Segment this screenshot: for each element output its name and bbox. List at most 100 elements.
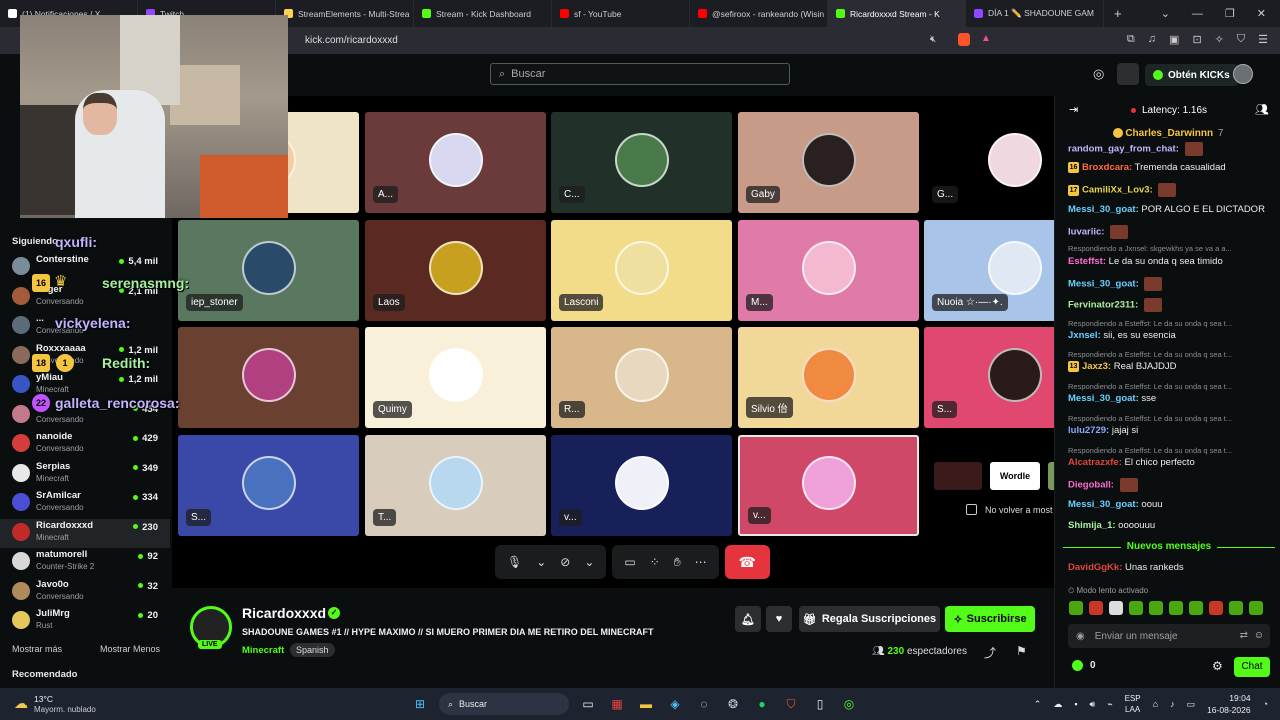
chat-username[interactable]: Messi_30_goat: [1068,204,1139,215]
send-chat-button[interactable]: Chat [1234,657,1270,677]
participant-tile[interactable]: R... [551,327,732,428]
chat-username[interactable]: Broxdcara: [1082,162,1132,173]
taskbar-search[interactable]: ⌕ Buscar [439,693,569,715]
rewards-icon[interactable]: ▲ [981,33,991,44]
browser-tab[interactable]: StreamElements - Multi-Strea [276,0,414,27]
chat-message[interactable]: Messi_30_goat: [1068,277,1276,291]
sidebar-channel[interactable]: matumorell Counter-Strike 2 92 [0,548,170,577]
url-field[interactable]: kick.com/ricardoxxxd [305,35,398,46]
chat-username[interactable]: lulu2729: [1068,425,1109,436]
notifications-button[interactable]: 🔔︎ [735,606,761,632]
reply-context[interactable]: Respondiendo a Esteffst: Le da su onda q… [1068,382,1278,391]
emote[interactable] [1169,601,1183,615]
chevron-up-icon[interactable]: ⌃ [1034,699,1042,710]
participant-tile[interactable]: iep_stoner [178,220,359,321]
notifications-icon[interactable]: ◔ [1263,699,1268,709]
emote[interactable] [1089,601,1103,615]
more-options-icon[interactable]: ⋯ [695,555,707,569]
chat-message[interactable]: Diegoball: [1068,478,1276,492]
chat-username[interactable]: Fervinator2311: [1068,300,1138,311]
participant-tile[interactable]: v... [551,435,732,536]
media-icon[interactable]: ♫ [1148,33,1156,46]
dashboard-icon[interactable] [1117,63,1139,85]
emote[interactable] [1229,601,1243,615]
chat-message[interactable]: Jxnsel: sii, es su esencia [1068,330,1276,342]
collapse-chat-icon[interactable]: ⇥ [1069,103,1078,116]
chat-message[interactable]: Fervinator2311: [1068,298,1276,312]
streamer-name[interactable]: Ricardoxxxd [242,605,326,621]
participant-tile[interactable]: Lasconi [551,220,732,321]
chat-message[interactable]: lulu2729: jajaj si [1068,425,1276,437]
chat-message[interactable]: DavidGgKk: Unas rankeds [1068,562,1276,574]
chat-username[interactable]: Alcatrazxfe: [1068,457,1122,468]
no-show-again-option[interactable]: No volver a most [966,504,1053,515]
participant-tile[interactable]: M... [738,220,919,321]
app-icon[interactable]: ◈ [665,694,685,714]
emote[interactable] [1209,601,1223,615]
chat-message[interactable]: Shimija_1: oooouuu [1068,520,1276,532]
chat-message[interactable]: 17 CamiliXx_Lov3: [1068,183,1276,197]
share-icon[interactable]: ⤴ [984,644,996,661]
network-icon[interactable]: ⌂ [1153,699,1158,709]
chat-username[interactable]: random_gay_from_chat: [1068,144,1179,155]
participant-tile[interactable]: v... [738,435,919,536]
reply-context[interactable]: Respondiendo a Esteffst: Le da su onda q… [1068,414,1278,423]
tray-icon[interactable]: ⌁ [1107,699,1112,710]
participant-tile[interactable]: Silvio 佁 [738,327,919,428]
chat-message[interactable]: random_gay_from_chat: [1068,142,1276,156]
chat-username[interactable]: Diegoball: [1068,480,1114,491]
show-more-link[interactable]: Mostrar más [12,644,62,654]
chevron-down-icon[interactable]: ⌄ [536,555,546,569]
spotify-icon[interactable]: ● [752,694,772,714]
share-screen-icon[interactable]: ▭ [624,555,635,569]
chat-message[interactable]: luvariic: [1068,225,1276,239]
clock[interactable]: 19:04 16-08-2026 [1207,692,1250,716]
chat-username[interactable]: Esteffst: [1068,256,1106,267]
chat-message[interactable]: Alcatrazxfe: El chico perfecto [1068,457,1276,469]
participant-tile[interactable]: T... [365,435,546,536]
app-tray-icon[interactable]: ☁︎ [1053,699,1062,710]
browser-tab[interactable]: @sefiroox - rankeando (Wisin [690,0,828,27]
reply-context[interactable]: Respondiendo a Esteffst: Le da su onda q… [1068,350,1278,359]
chat-message[interactable]: Messi_30_goat: sse [1068,393,1276,405]
chat-username[interactable]: Jaxz3: [1082,361,1111,372]
clip-icon[interactable]: ⚑ [1016,644,1027,658]
sidebar-icon[interactable]: ▣ [1169,33,1179,46]
reply-context[interactable]: Respondiendo a Esteffst: Le da su onda q… [1068,446,1278,455]
chat-message[interactable]: Messi_30_goat: POR ALGO E EL DICTADOR [1068,204,1276,216]
follow-button[interactable]: ♥ [766,606,792,632]
chat-username[interactable]: DavidGgKk: [1068,562,1122,573]
search-input[interactable]: ⌕ Buscar [490,63,790,85]
close-icon[interactable]: ✕ [1257,7,1266,20]
weather-icon[interactable]: ☁︎ [14,695,28,712]
chat-message[interactable]: Esteffst: Le da su onda q sea timido [1068,256,1276,268]
thumbnail[interactable] [934,462,982,490]
file-explorer-icon[interactable]: ▬ [636,694,656,714]
raise-hand-icon[interactable]: ✋︎ [674,555,681,570]
emote[interactable] [1129,601,1143,615]
subscribe-button[interactable]: ✧ Suscribirse [945,606,1035,632]
app-tray-icon[interactable]: ▪ [1074,699,1077,709]
participant-tile[interactable]: S... [924,327,1054,428]
brave-shield-icon[interactable] [958,33,970,46]
hang-up-button[interactable]: ☎︎ [724,545,770,579]
battery-icon[interactable]: ▭ [1187,699,1196,710]
checkbox[interactable] [966,504,977,515]
video-player[interactable]: A... C... Gaby G... iep_stoner Laos Lasconi M..… [172,96,1054,588]
keyboard-language[interactable]: ESP LAA [1125,693,1141,715]
sidebar-channel[interactable]: Ricardoxxxd Minecraft 230 [0,518,170,548]
streamer-mode-icon[interactable]: ◎ [1093,66,1104,82]
emote[interactable] [1189,601,1203,615]
minimize-icon[interactable]: — [1192,8,1203,20]
language-tag[interactable]: Spanish [290,643,335,657]
volume-icon[interactable]: 🔊︎ [1090,699,1096,710]
emote[interactable] [1249,601,1263,615]
participant-tile[interactable]: Quimy [365,327,546,428]
leo-icon[interactable]: ✧ [1215,33,1224,46]
app-icon[interactable]: ❂ [723,694,743,714]
extensions-icon[interactable]: ⧉ [1127,33,1135,46]
show-less-link[interactable]: Mostrar Menos [100,644,160,654]
participant-tile[interactable]: A... [365,112,546,213]
emote[interactable] [1109,601,1123,615]
get-kicks-button[interactable]: Obtén KICKs [1145,64,1238,86]
